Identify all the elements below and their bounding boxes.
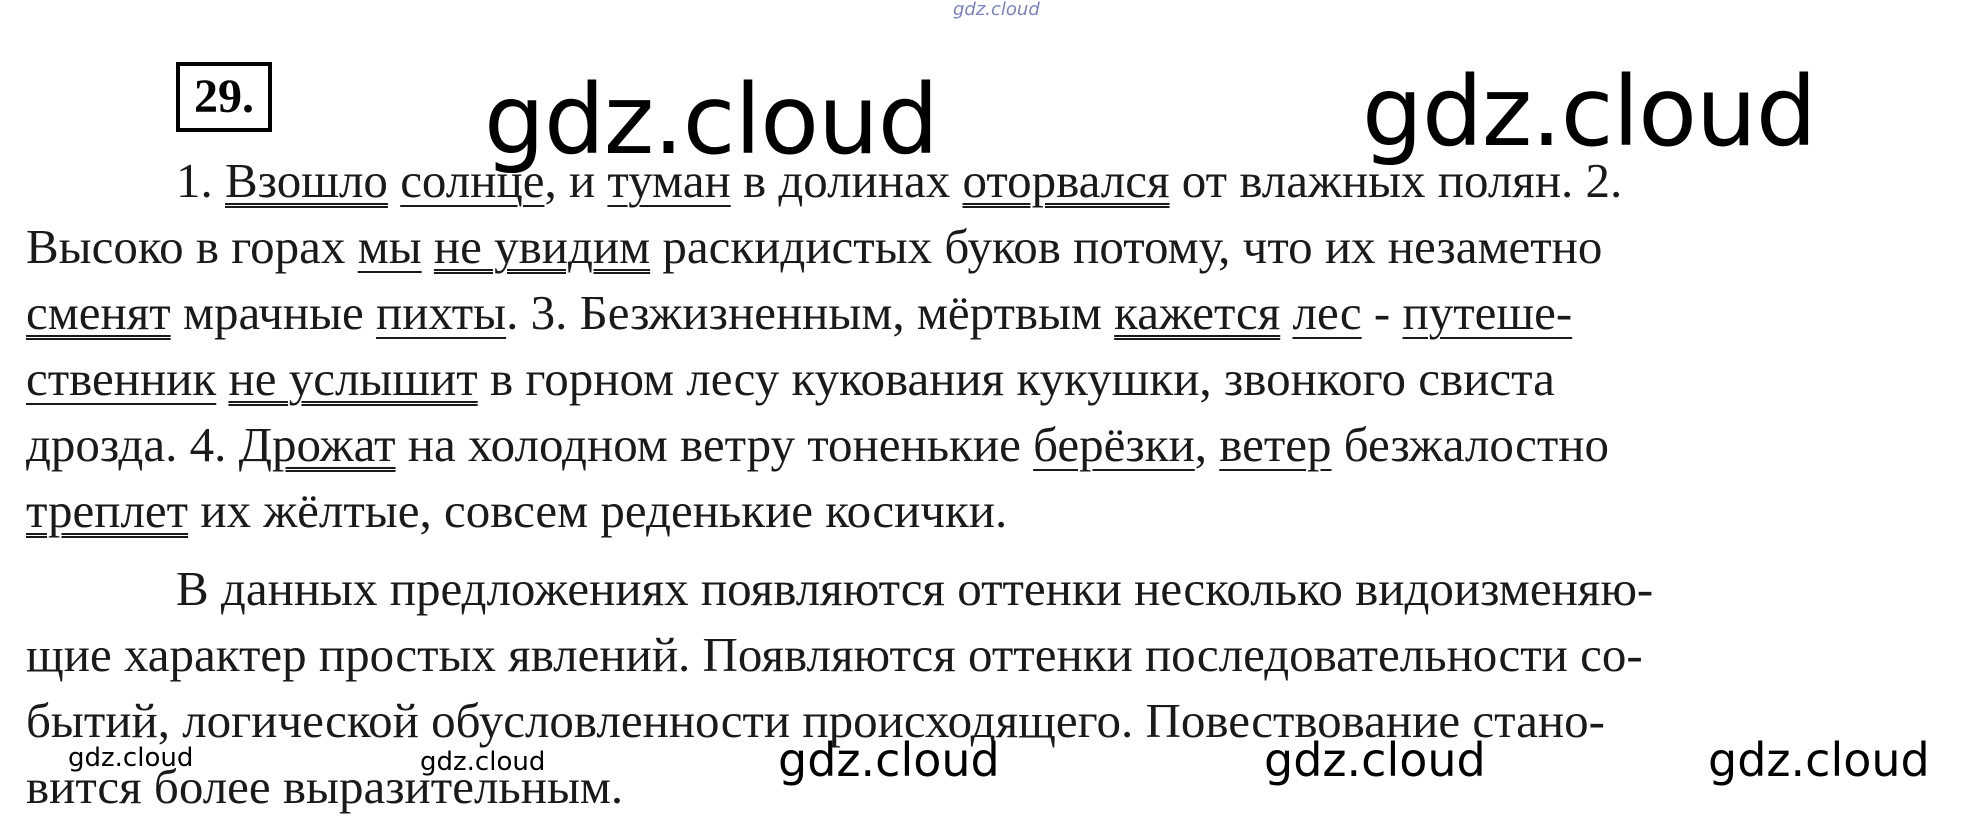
predicate: кажется [1114,285,1281,340]
watermark-large-right: gdz.cloud [1362,56,1817,168]
text-line: сменят мрачные пихты. 3. Безжизненным, м… [26,285,1573,340]
exercise-number: 29. [176,62,272,132]
predicate: не услышит [228,351,478,406]
watermark-bottom-2: gdz.cloud [1264,733,1486,787]
subject: туман [607,153,731,208]
predicate: Дрожат [238,417,396,472]
subject: ветер [1219,417,1332,472]
watermark-bottom-1: gdz.cloud [778,733,1000,787]
subject: путеше- [1402,285,1573,340]
text-line: 1. Взошло солнце, и туман в долинах отор… [176,153,1623,208]
subject: солнце [400,153,545,208]
predicate: не увидим [433,219,651,274]
predicate: треплет [26,483,189,538]
subject: берёзки [1033,417,1195,472]
predicate: оторвался [962,153,1170,208]
subject: мы [357,219,422,274]
watermark-bottom-3: gdz.cloud [1708,733,1930,787]
watermark-small-left: gdz.cloud [68,743,194,773]
answer-paragraph-1: 1. Взошло солнце, и туман в долинах отор… [26,148,1946,544]
text-line: щие характер простых явлений. Появляются… [26,627,1643,682]
text-line: В данных предложениях появляются оттенки… [176,561,1654,616]
text-line: треплет их жёлтые, совсем реденькие коси… [26,483,1008,538]
text-line: дрозда. 4. Дрожат на холодном ветру тоне… [26,417,1609,472]
text-line: Высоко в горах мы не увидим раскидистых … [26,219,1603,274]
subject: ственник [26,351,217,406]
predicate: сменят [26,285,171,340]
predicate: Взошло [225,153,388,208]
watermark-small-center: gdz.cloud [420,747,546,777]
subject: пихты [376,285,507,340]
text-line: ственник не услышит в горном лесу кукова… [26,351,1555,406]
subject: лес [1292,285,1362,340]
watermark-top: gdz.cloud [953,0,1040,20]
